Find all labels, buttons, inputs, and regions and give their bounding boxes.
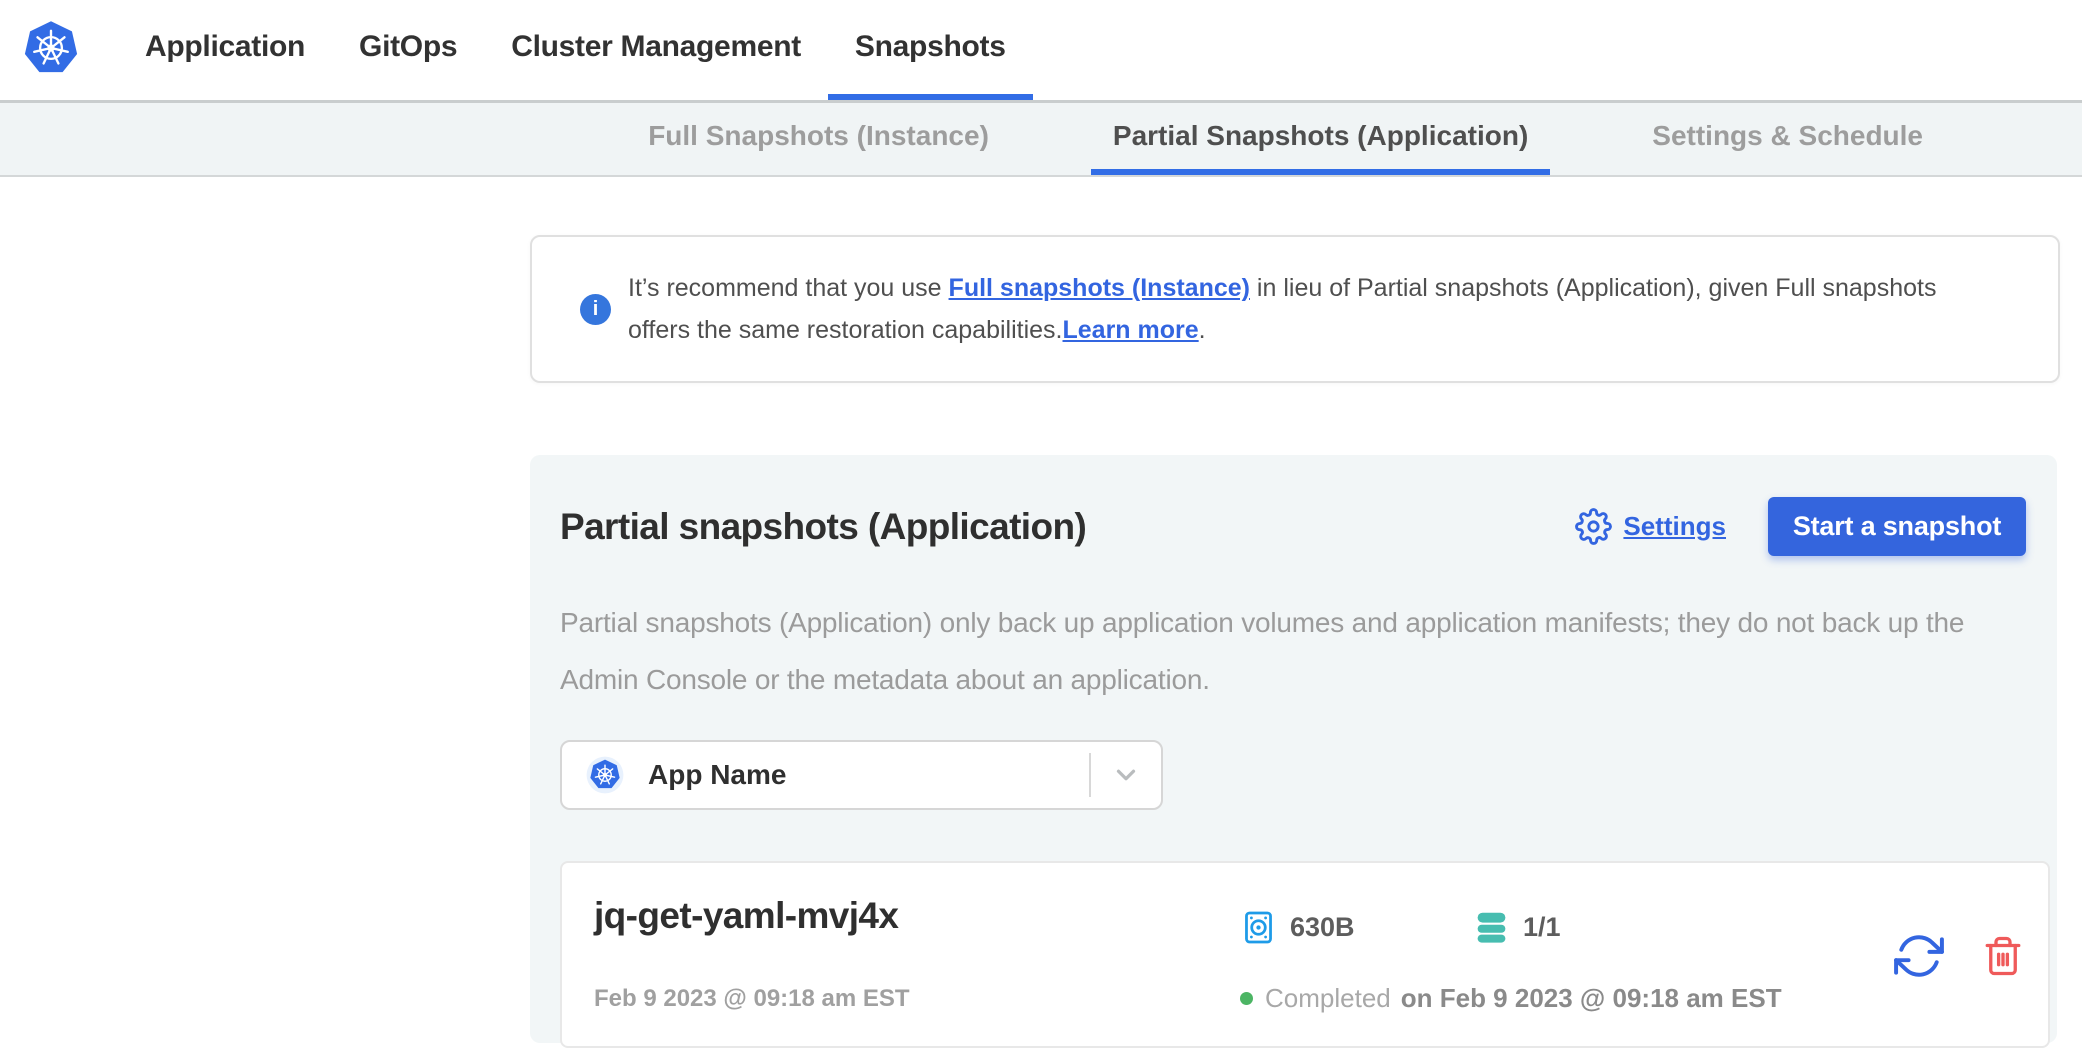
kubernetes-logo-icon[interactable] — [22, 19, 80, 77]
snapshot-name[interactable]: jq-get-yaml-mvj4x — [594, 895, 898, 937]
panel-description: Partial snapshots (Application) only bac… — [560, 594, 2035, 708]
learn-more-link[interactable]: Learn more — [1063, 316, 1199, 344]
status-dot-icon — [1240, 992, 1253, 1005]
snapshot-size: 630B — [1240, 909, 1355, 946]
gear-icon[interactable] — [1575, 508, 1612, 545]
restore-icon[interactable] — [1894, 931, 1944, 981]
snapshots-tab-bar: Full Snapshots (Instance) Partial Snapsh… — [0, 100, 2082, 177]
info-banner-text: It’s recommend that you use Full snapsho… — [628, 267, 2000, 351]
start-snapshot-button[interactable]: Start a snapshot — [1768, 497, 2026, 556]
nav-item-application[interactable]: Application — [118, 0, 332, 100]
tab-partial-snapshots-application[interactable]: Partial Snapshots (Application) — [1091, 103, 1550, 175]
settings-link[interactable]: Settings — [1623, 511, 1726, 542]
info-icon: i — [580, 294, 611, 325]
top-nav-items: Application GitOps Cluster Management Sn… — [118, 0, 1033, 100]
snapshot-size-value: 630B — [1290, 912, 1355, 943]
info-banner: i It’s recommend that you use Full snaps… — [530, 235, 2060, 383]
snapshot-volumes: 1/1 — [1473, 909, 1561, 946]
snapshot-row: jq-get-yaml-mvj4x Feb 9 2023 @ 09:18 am … — [560, 861, 2050, 1048]
info-text-after: . — [1199, 316, 1206, 344]
nav-item-gitops[interactable]: GitOps — [332, 0, 484, 100]
app-selector-value: App Name — [648, 759, 786, 791]
snapshot-created-date: Feb 9 2023 @ 09:18 am EST — [594, 985, 910, 1013]
partial-snapshots-panel: Partial snapshots (Application) Settings… — [530, 455, 2057, 1043]
panel-actions: Settings Start a snapshot — [1575, 497, 2026, 556]
status-label: Completed — [1265, 983, 1391, 1014]
full-snapshots-instance-link[interactable]: Full snapshots (Instance) — [949, 274, 1250, 302]
tab-settings-schedule[interactable]: Settings & Schedule — [1630, 103, 1945, 175]
app-name-selector[interactable]: App Name — [560, 740, 1163, 810]
panel-title: Partial snapshots (Application) — [560, 506, 1086, 548]
nav-item-cluster-management[interactable]: Cluster Management — [484, 0, 828, 100]
nav-item-snapshots[interactable]: Snapshots — [828, 0, 1033, 100]
kubernetes-app-icon — [586, 756, 624, 794]
snapshot-volumes-value: 1/1 — [1523, 912, 1561, 943]
panel-header: Partial snapshots (Application) Settings… — [560, 497, 2051, 556]
top-navbar: Application GitOps Cluster Management Sn… — [0, 0, 2082, 100]
delete-icon[interactable] — [1982, 935, 2024, 977]
tab-full-snapshots-instance[interactable]: Full Snapshots (Instance) — [626, 103, 1011, 175]
status-finished-date: on Feb 9 2023 @ 09:18 am EST — [1401, 983, 1782, 1014]
snapshot-status: Completed on Feb 9 2023 @ 09:18 am EST — [1240, 983, 1782, 1014]
database-icon — [1473, 909, 1510, 946]
chevron-down-icon[interactable] — [1091, 760, 1161, 790]
info-text-before: It’s recommend that you use — [628, 274, 949, 302]
snapshots-page: Application GitOps Cluster Management Sn… — [0, 0, 2082, 1056]
disk-icon — [1240, 909, 1277, 946]
